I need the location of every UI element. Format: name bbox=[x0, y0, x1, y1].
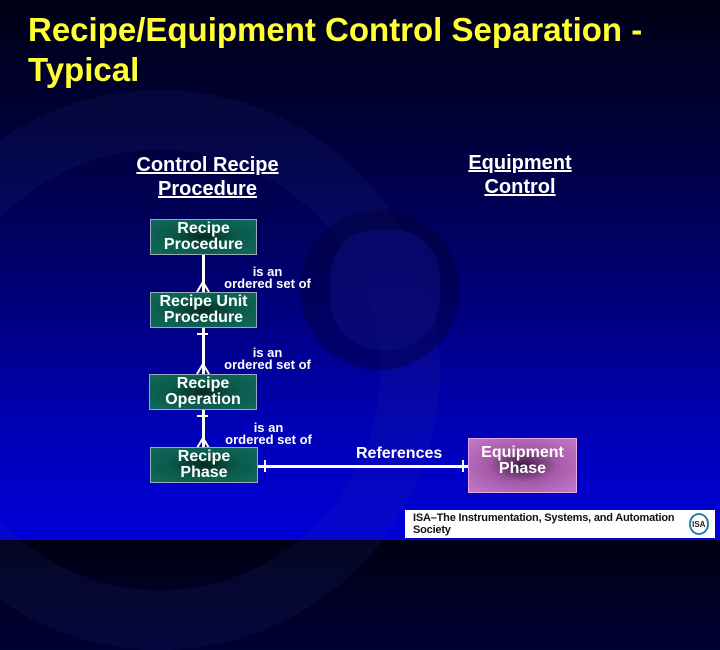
recipe-unit-procedure-box: Recipe Unit Procedure bbox=[150, 292, 257, 328]
heading-line: Control Recipe bbox=[136, 154, 279, 176]
heading-line: Control bbox=[484, 176, 556, 198]
control-recipe-procedure-heading: Control Recipe Procedure bbox=[110, 153, 305, 201]
slide-title: Recipe/Equipment Control Separation - Ty… bbox=[28, 11, 643, 88]
one-tick bbox=[197, 333, 208, 335]
rel-line: ordered set of bbox=[224, 276, 311, 291]
box-label: Recipe bbox=[177, 220, 230, 237]
heading-line: Procedure bbox=[158, 178, 257, 200]
recipe-operation-box: Recipe Operation bbox=[149, 374, 257, 410]
box-label: Procedure bbox=[163, 236, 244, 253]
ordered-set-label: is an ordered set of bbox=[216, 421, 321, 447]
isa-watermark-inner bbox=[330, 230, 440, 350]
ordered-set-label: is an ordered set of bbox=[215, 265, 320, 291]
box-label: Phase bbox=[180, 464, 228, 481]
crows-foot-icon bbox=[196, 364, 210, 374]
one-tick bbox=[462, 460, 464, 472]
box-label: Operation bbox=[165, 391, 241, 408]
crows-foot-icon bbox=[196, 282, 210, 292]
box-label: Recipe bbox=[176, 375, 230, 392]
box-label: Recipe bbox=[177, 448, 231, 465]
references-label: References bbox=[356, 445, 443, 462]
box-label: Procedure bbox=[163, 309, 244, 326]
one-tick bbox=[264, 460, 266, 472]
box-label: Phase bbox=[498, 460, 547, 477]
heading-line: Equipment bbox=[468, 152, 572, 174]
recipe-phase-box: Recipe Phase bbox=[150, 447, 258, 483]
references-connector-line bbox=[258, 465, 468, 468]
footer-text: ISA–The Instrumentation, Systems, and Au… bbox=[413, 512, 675, 536]
box-label: Recipe Unit bbox=[159, 293, 248, 310]
rel-line: ordered set of bbox=[225, 432, 312, 447]
isa-footer-banner: ISA–The Instrumentation, Systems, and Au… bbox=[405, 510, 715, 538]
one-tick bbox=[197, 415, 208, 417]
box-label: Equipment bbox=[481, 444, 564, 461]
rel-line: ordered set of bbox=[224, 357, 311, 372]
isa-logo-icon: ISA bbox=[688, 513, 709, 535]
recipe-procedure-box: Recipe Procedure bbox=[150, 219, 257, 255]
equipment-control-heading: Equipment Control bbox=[440, 151, 600, 199]
ordered-set-label: is an ordered set of bbox=[215, 346, 320, 372]
equipment-phase-box: Equipment Phase bbox=[468, 438, 577, 493]
